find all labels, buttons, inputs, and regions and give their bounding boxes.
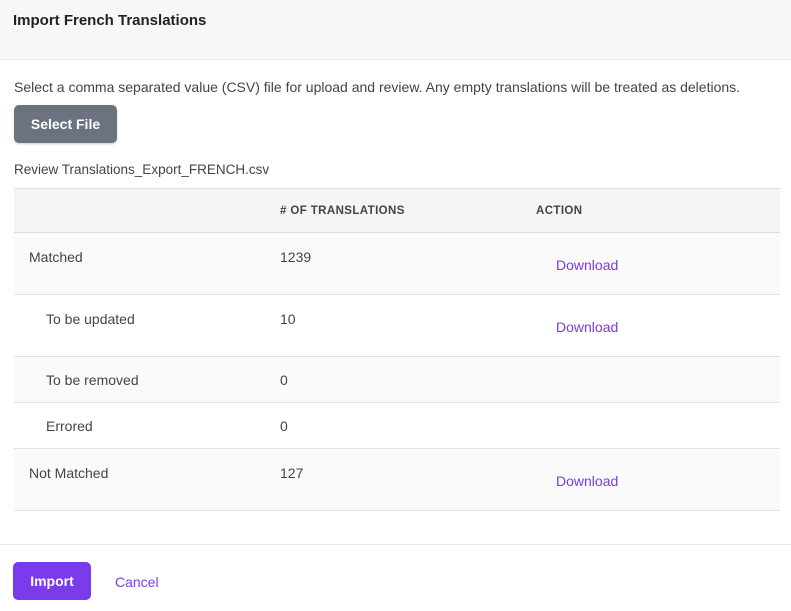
dialog-body: Select a comma separated value (CSV) fil… <box>0 78 791 511</box>
row-count: 10 <box>280 311 296 327</box>
row-category-to-be-updated: To be updated <box>46 311 135 327</box>
import-button[interactable]: Import <box>13 562 91 600</box>
upload-description: Select a comma separated value (CSV) fil… <box>14 79 741 95</box>
dialog-title: Import French Translations <box>13 12 207 29</box>
review-file-label: Review Translations_Export_FRENCH.csv <box>14 162 270 177</box>
dialog-header: Import French Translations <box>0 0 791 60</box>
column-header-count: # OF TRANSLATIONS <box>280 188 536 233</box>
table-header-row: # OF TRANSLATIONS ACTION <box>14 188 780 233</box>
row-category-not-matched: Not Matched <box>29 465 109 481</box>
table-row: Not Matched 127 Download <box>14 448 780 511</box>
row-count: 0 <box>280 418 288 434</box>
download-not-matched-link[interactable]: Download <box>556 473 618 489</box>
table-row: To be removed 0 <box>14 356 780 403</box>
row-count: 1239 <box>280 249 312 265</box>
table-row: Matched 1239 Download <box>14 232 780 295</box>
column-header-category <box>14 188 280 233</box>
row-count: 127 <box>280 465 304 481</box>
row-category-to-be-removed: To be removed <box>46 372 139 388</box>
cancel-button[interactable]: Cancel <box>115 574 159 590</box>
select-file-button[interactable]: Select File <box>14 105 117 143</box>
review-table: # OF TRANSLATIONS ACTION Matched 1239 Do… <box>14 188 780 511</box>
row-category-errored: Errored <box>46 418 93 434</box>
row-category-matched: Matched <box>29 249 83 265</box>
table-row: Errored 0 <box>14 402 780 449</box>
import-translations-dialog: Import French Translations Select a comm… <box>0 0 791 611</box>
row-count: 0 <box>280 372 288 388</box>
download-matched-link[interactable]: Download <box>556 257 618 273</box>
download-to-be-updated-link[interactable]: Download <box>556 319 618 335</box>
table-row: To be updated 10 Download <box>14 294 780 357</box>
dialog-footer: Import Cancel <box>0 544 791 611</box>
column-header-action: ACTION <box>536 188 780 233</box>
